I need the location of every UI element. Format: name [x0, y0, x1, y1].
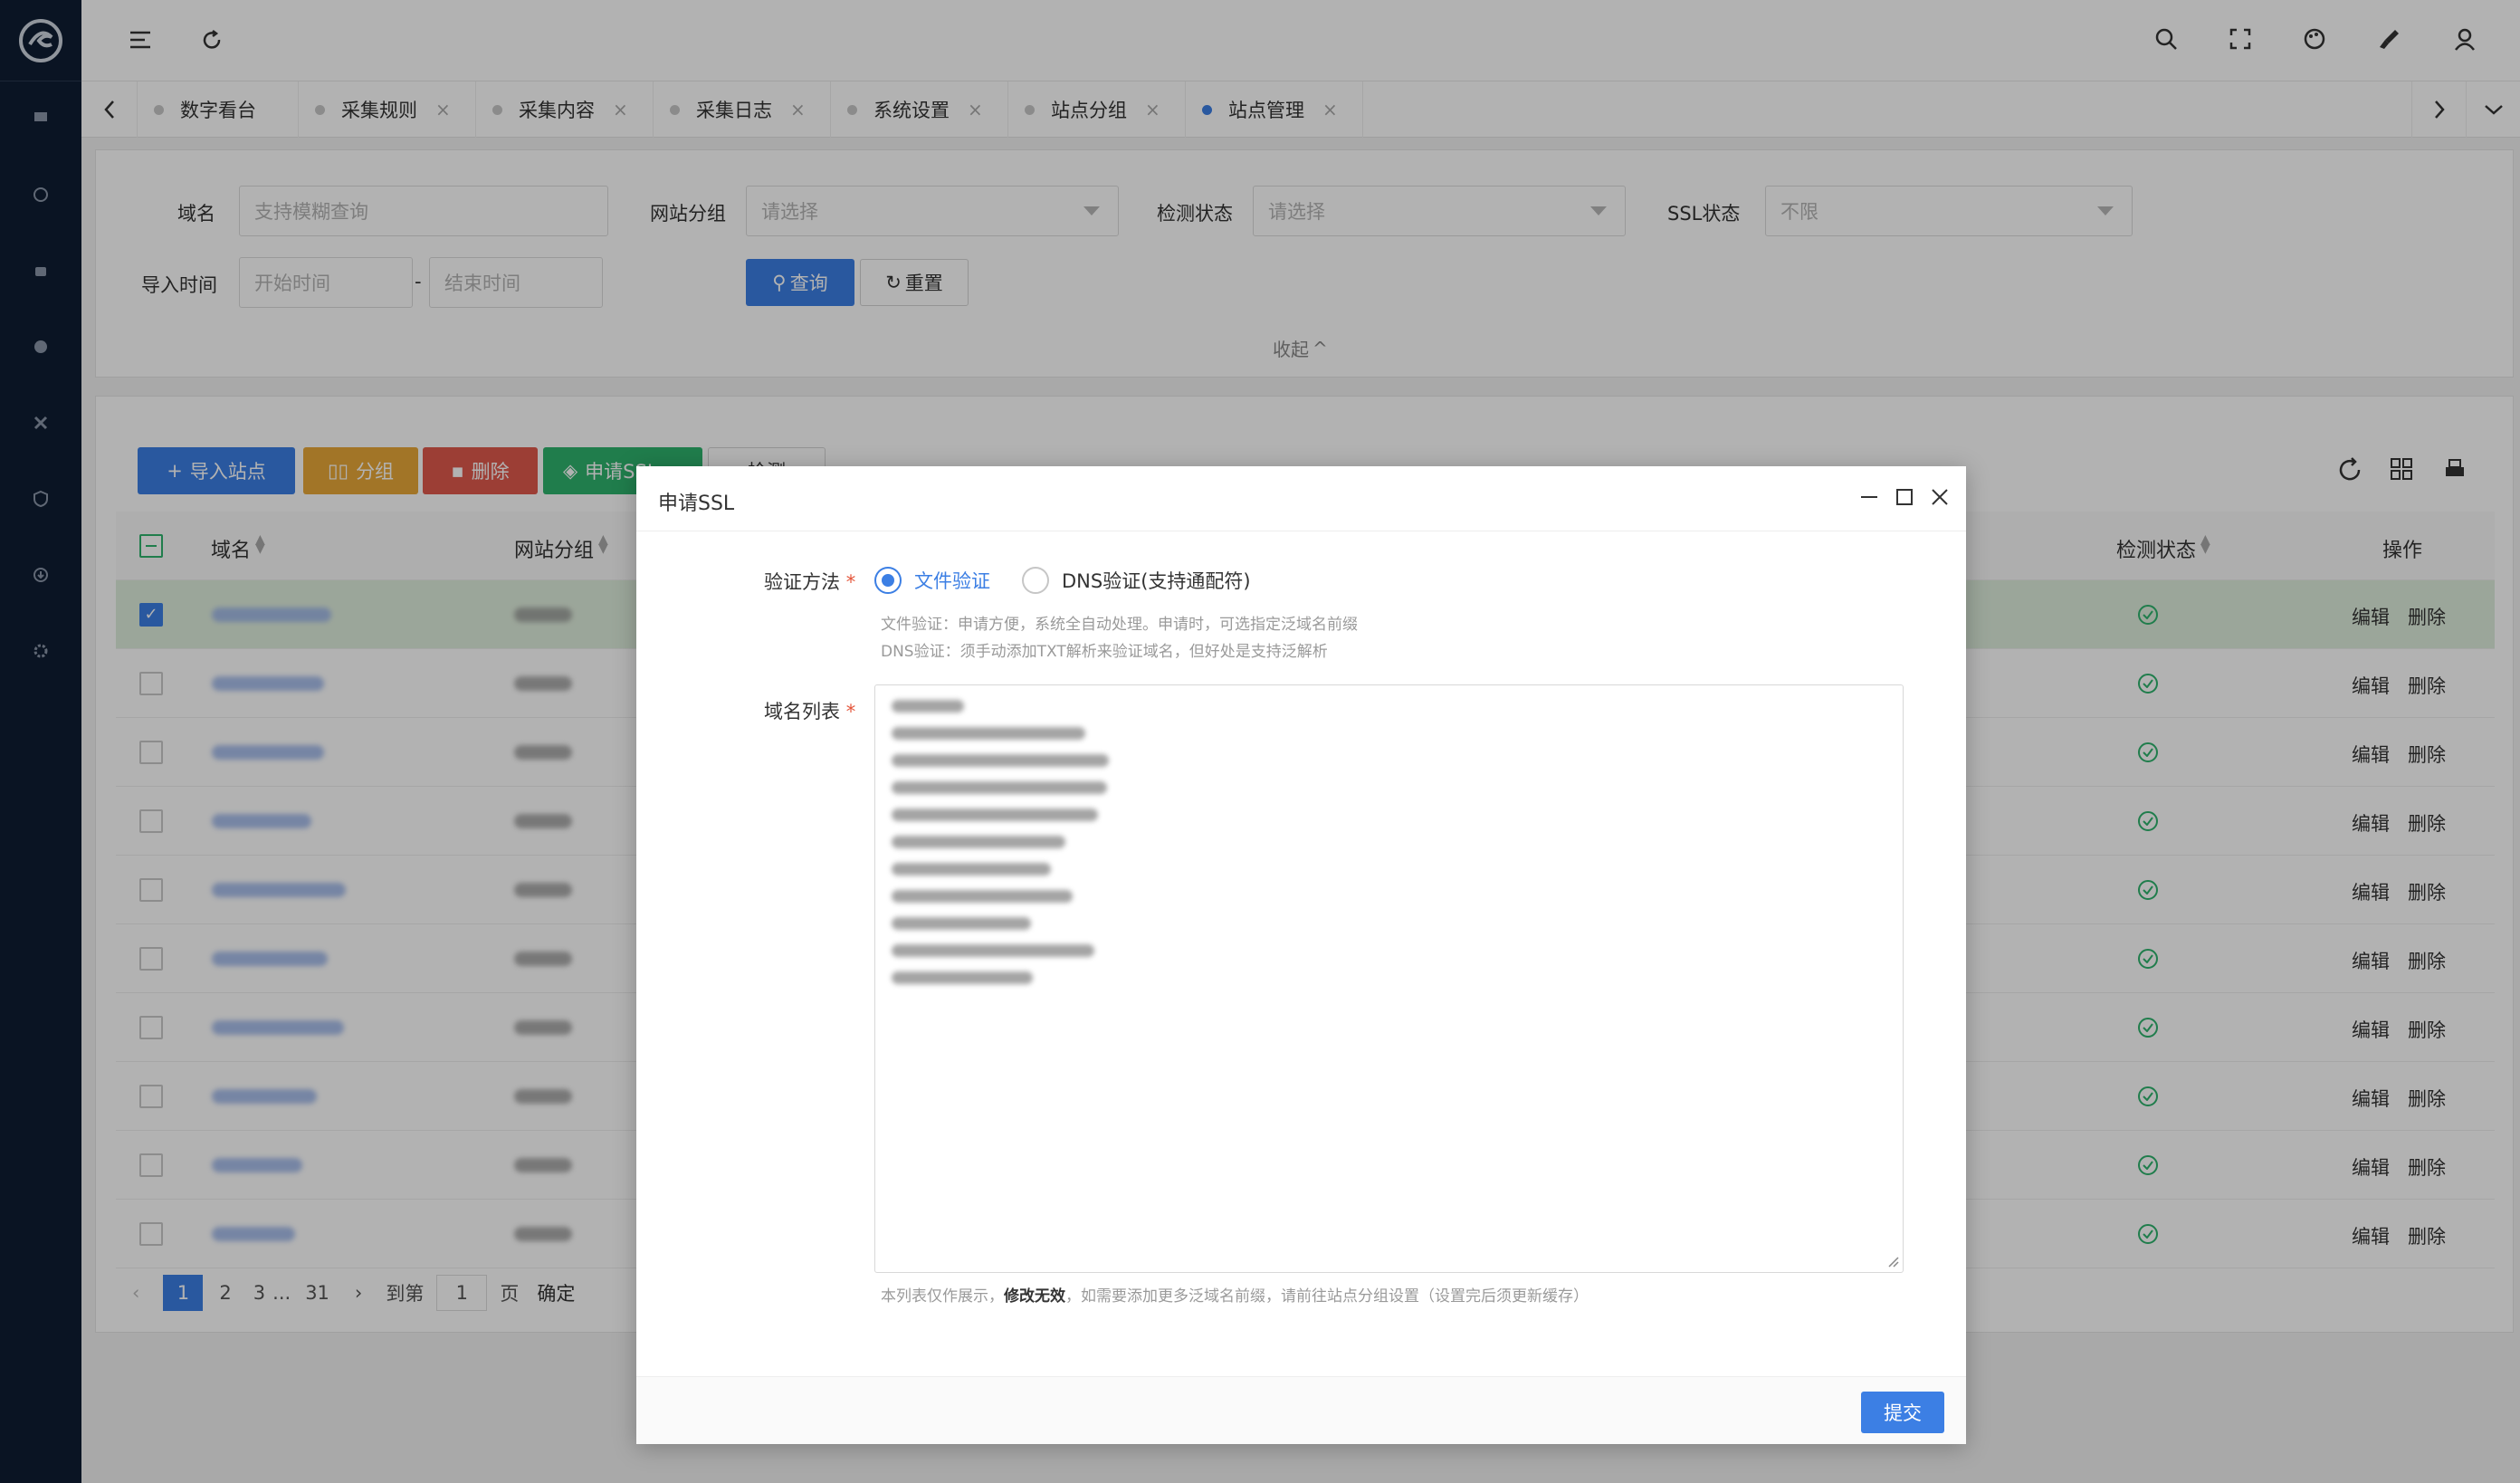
- radio-selected-icon[interactable]: [874, 567, 902, 594]
- domain-line-blurred: [892, 754, 1109, 767]
- domain-line-blurred: [892, 700, 964, 713]
- minimize-icon[interactable]: [1858, 486, 1880, 508]
- domain-line-blurred: [892, 863, 1051, 875]
- submit-button[interactable]: 提交: [1861, 1392, 1944, 1433]
- dialog-header: 申请SSL: [636, 466, 1966, 531]
- domain-line-blurred: [892, 890, 1073, 903]
- domain-list-textarea[interactable]: [874, 684, 1904, 1273]
- required-mark: *: [845, 571, 856, 593]
- dialog-title: 申请SSL: [658, 493, 735, 515]
- file-verify-hint: 文件验证：申请方便，系统全自动处理。申请时，可选指定泛域名前缀: [881, 616, 1358, 634]
- domain-line-blurred: [892, 781, 1107, 794]
- domain-line-blurred: [892, 727, 1085, 740]
- domain-line-blurred: [892, 917, 1031, 930]
- domain-line-blurred: [892, 808, 1098, 821]
- radio-dns-verify[interactable]: DNS验证(支持通配符): [1022, 567, 1251, 594]
- verify-method-label: 验证方法 *: [764, 571, 856, 593]
- maximize-icon[interactable]: [1894, 486, 1915, 508]
- dns-verify-hint: DNS验证：须手动添加TXT解析来验证域名，但好处是支持泛解析: [881, 643, 1328, 661]
- radio-unselected-icon[interactable]: [1022, 567, 1049, 594]
- close-icon[interactable]: [1929, 486, 1951, 508]
- radio-file-verify[interactable]: 文件验证: [874, 567, 990, 594]
- required-mark: *: [845, 701, 856, 722]
- resize-handle-icon[interactable]: [1887, 1256, 1900, 1268]
- dialog-footer: 提交: [636, 1376, 1966, 1444]
- domain-list-note: 本列表仅作展示，修改无效，如需要添加更多泛域名前缀，请前往站点分组设置（设置完后…: [881, 1287, 1589, 1306]
- domain-line-blurred: [892, 836, 1065, 848]
- apply-ssl-dialog: 申请SSL 验证方法 * 文件验证 DNS验证(支持通配符) 文件验证：申请方便…: [636, 466, 1966, 1444]
- domain-line-blurred: [892, 971, 1033, 984]
- domain-list-label: 域名列表 *: [764, 701, 856, 722]
- domain-line-blurred: [892, 944, 1094, 957]
